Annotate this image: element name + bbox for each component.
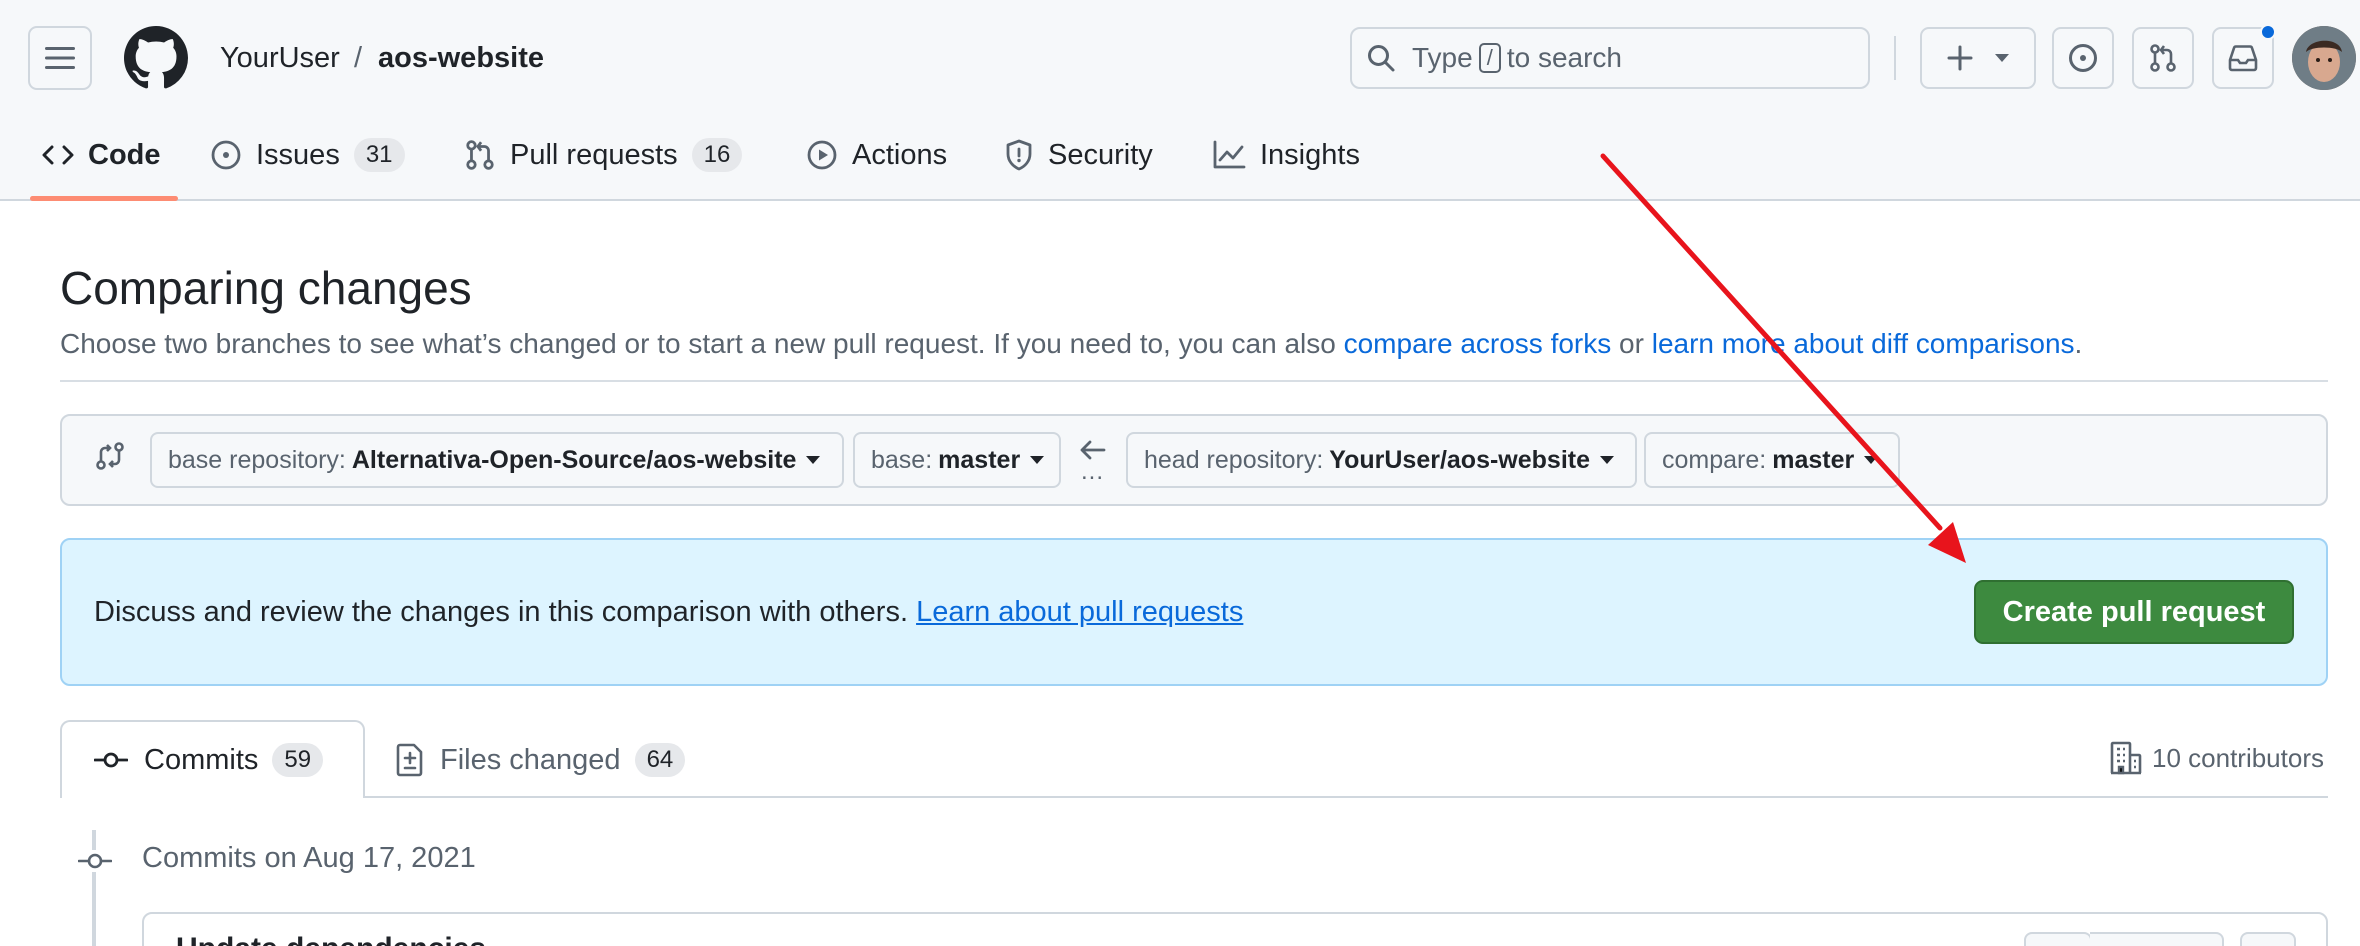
annotation-arrow xyxy=(1600,153,1966,563)
